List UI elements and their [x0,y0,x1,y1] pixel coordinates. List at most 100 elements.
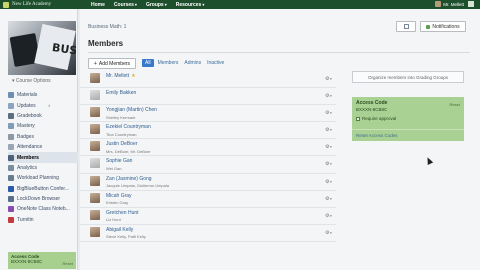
avatar[interactable] [90,90,100,101]
member-settings-menu[interactable]: ⚙▾ [325,110,332,116]
avatar[interactable] [90,107,100,118]
filter-members[interactable]: Members [158,60,179,66]
filter-admins[interactable]: Admins [184,60,201,66]
school-logo[interactable]: New Life Academy [3,1,83,8]
avatar[interactable] [90,124,100,135]
organize-grading-groups-button[interactable]: Organize members into Grading Groups [352,71,464,83]
course-options-toggle[interactable]: ▾ Course Options [12,78,51,84]
breadcrumb[interactable]: Business Math: 1 [88,24,126,30]
nav-courses[interactable]: Courses▾ [114,2,137,8]
chevron-down-icon: ▾ [164,1,167,7]
sidebar-item-updates[interactable]: Updates 4 [8,100,78,110]
sidebar-item-bigbluebutton-confer[interactable]: BigBlueButton Confer... [8,184,78,194]
member-list: Mr. Mellett ★ ⚙▾ Emily Bakken ⚙▾ Yongjian (Ma… [80,71,336,242]
member-name[interactable]: Abigail Kelly [106,227,133,233]
page-title: Members [88,39,124,48]
member-name[interactable]: Emily Bakken [106,90,136,96]
updates-count-badge: 4 [48,103,51,109]
workload-icon [8,175,14,182]
member-settings-menu[interactable]: ⚙▾ [325,161,332,167]
chevron-down-icon: ▾ [329,230,332,235]
table-row: Sophie Gan Wei Gan ⚙▾ [80,156,336,174]
sidebar-item-analytics[interactable]: Analytics [8,163,78,173]
access-code-reset-link[interactable]: Reset [63,261,73,266]
user-avatar [435,1,442,7]
member-name[interactable]: Justin DeBoer [106,141,137,147]
member-name[interactable]: Sophie Gan [106,158,132,164]
bigbluebutton-icon [8,185,14,192]
sidebar-item-workload-planning[interactable]: Workload Planning [8,173,78,183]
require-approval-option[interactable]: Require approval [356,116,396,121]
sidebar-item-label: Badges [17,133,34,140]
avatar[interactable] [90,141,100,152]
notifications-button[interactable]: Notifications [420,21,466,32]
avatar[interactable] [90,226,100,237]
reset-access-codes-link[interactable]: Reset Access Codes [356,133,398,138]
member-name[interactable]: Gretchen Hunt [106,210,139,216]
sidebar-item-members[interactable]: Members [8,152,78,163]
gear-icon: ⚙ [325,127,330,134]
member-name[interactable]: Zan (Jasmine) Gong [106,176,152,182]
reset-code-link[interactable]: Reset [450,102,460,107]
member-name[interactable]: Ezekiel Countryman [106,124,151,130]
member-settings-menu[interactable]: ⚙▾ [325,196,332,202]
onenote-icon [8,206,14,213]
add-members-button[interactable]: + Add Members [88,58,136,69]
sidebar-item-badges[interactable]: Badges [8,132,78,142]
analytics-icon [8,164,14,171]
member-name[interactable]: Yongjian (Martin) Chen [106,107,157,113]
avatar[interactable] [90,73,100,83]
materials-icon [8,92,14,99]
gear-icon: ⚙ [325,144,330,151]
member-settings-menu[interactable]: ⚙▾ [325,230,332,236]
avatar[interactable] [90,158,100,169]
member-settings-menu[interactable]: ⚙▾ [325,144,332,150]
avatar[interactable] [90,209,100,220]
member-name[interactable]: Mr. Mellett ★ [106,73,136,79]
view-toggle-button[interactable] [396,21,416,32]
divider [88,52,470,53]
apps-grid-icon[interactable] [468,1,474,7]
member-settings-menu[interactable]: ⚙▾ [325,179,332,185]
table-row: Zan (Jasmine) Gong Jacquie Umpala, Guille… [80,174,336,191]
parent-names: Mrs. DeBoer, Mr. DeBoer [106,148,151,154]
sidebar-item-lockdown-browser[interactable]: LockDown Browser [8,194,78,204]
member-name[interactable]: Micah Gray [106,193,132,199]
sidebar-item-onenote-class-noteb[interactable]: OneNote Class Noteb... [8,204,78,214]
require-approval-checkbox[interactable] [356,116,360,121]
avatar[interactable] [90,192,100,203]
filter-inactive[interactable]: Inactive [207,60,224,66]
chevron-down-icon: ▾ [329,213,332,218]
gear-icon: ⚙ [325,110,330,117]
table-row: Emily Bakken ⚙▾ [80,88,336,106]
attendance-icon [8,144,14,151]
avatar[interactable] [90,175,100,186]
sidebar-item-materials[interactable]: Materials [8,90,78,100]
sidebar-item-mastery[interactable]: Mastery [8,121,78,131]
member-settings-menu[interactable]: ⚙▾ [325,76,332,82]
member-settings-menu[interactable]: ⚙▾ [325,127,332,133]
chevron-down-icon: ▾ [202,1,205,7]
sidebar-item-turnitin[interactable]: Turnitin [8,215,78,225]
sidebar-item-attendance[interactable]: Attendance [8,142,78,152]
chevron-down-icon: ▾ [134,1,137,7]
gear-icon: ⚙ [325,161,330,168]
chevron-down-icon: ▾ [329,196,332,201]
parent-names: Wei Gan [106,165,122,171]
user-menu[interactable]: Mr. Mellett [435,1,474,7]
top-right-tools: Notifications [396,21,466,32]
filter-all[interactable]: All [142,59,154,67]
table-row: Abigail Kelly Steve Kelly, Patti Kelly ⚙▾ [80,225,336,242]
nav-groups[interactable]: Groups▾ [146,2,167,8]
sidebar-item-gradebook[interactable]: Gradebook [8,111,78,121]
nav-home[interactable]: Home [91,2,105,8]
sidebar-item-label: Analytics [17,164,38,171]
nav-resources[interactable]: Resources▾ [176,2,205,8]
gear-icon: ⚙ [325,93,330,100]
member-settings-menu[interactable]: ⚙▾ [325,213,332,219]
table-row: Mr. Mellett ★ ⚙▾ [80,71,336,89]
course-image: BUSI [8,21,76,75]
view-icon [403,24,409,29]
member-settings-menu[interactable]: ⚙▾ [325,93,332,99]
lockdown-icon [8,196,14,203]
